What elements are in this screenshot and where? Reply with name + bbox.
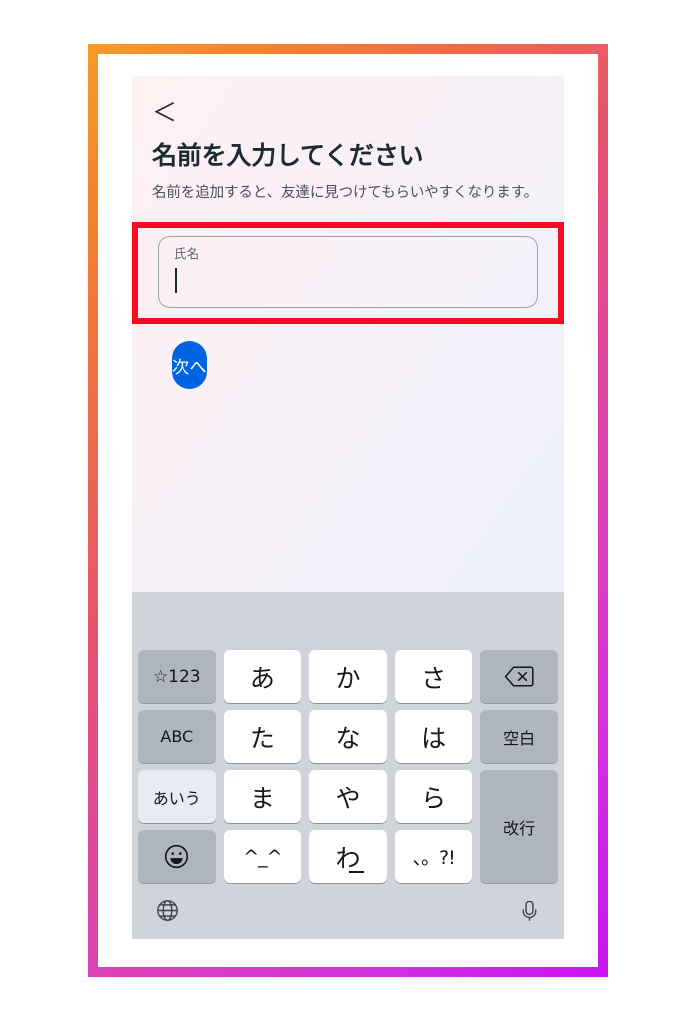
japanese-keyboard: ☆123 あ か さ ABC た な は 空白あいう ま や ら改行 ^_^ わ 、。?! <box>132 592 564 939</box>
key-na[interactable]: な <box>309 710 387 763</box>
key-kaomoji[interactable]: ^_^ <box>223 830 302 883</box>
screen-spacer <box>132 389 564 592</box>
key-ha[interactable]: は <box>394 710 473 763</box>
key-label: 空白 <box>503 728 536 748</box>
key-ma[interactable]: ま <box>223 770 302 823</box>
key-label: わ <box>335 843 361 873</box>
key-sa[interactable]: さ <box>394 650 473 703</box>
app-screen: ＜ 名前を入力してください 名前を追加すると、友達に見つけてもらいやすくなります… <box>132 76 564 939</box>
input-highlight-annotation: 氏名 <box>132 222 564 325</box>
key-label: ^_^ <box>243 845 282 868</box>
page-subtitle: 名前を追加すると、友達に見つけてもらいやすくなります。 <box>152 184 539 201</box>
key-wa[interactable]: わ <box>309 830 387 883</box>
key-return[interactable]: 改行 <box>480 770 558 883</box>
keyboard-bottom-bar <box>132 883 564 937</box>
key-ta[interactable]: た <box>223 710 302 763</box>
key-ra[interactable]: ら <box>394 770 473 823</box>
key-ka[interactable]: か <box>309 650 387 703</box>
key-label: ☆123 <box>152 666 201 687</box>
chevron-left-icon[interactable]: ＜ <box>152 98 183 131</box>
keyboard-key-grid: ☆123 あ か さ ABC た な は 空白あいう ま や ら改行 ^_^ わ 、。?! <box>132 650 564 883</box>
microphone-icon[interactable] <box>516 897 542 923</box>
key-a[interactable]: あ <box>223 650 302 703</box>
key-label: 、。?! <box>412 847 455 869</box>
predictive-text-bar[interactable] <box>132 592 564 650</box>
smiley-face-icon <box>163 843 190 870</box>
key-label: や <box>335 783 361 813</box>
key-backspace[interactable] <box>480 650 558 703</box>
key-label: た <box>249 723 275 753</box>
text-caret <box>175 268 177 294</box>
key-label: か <box>335 663 361 693</box>
name-input-value-row <box>174 265 522 297</box>
key-label: あいう <box>152 788 201 808</box>
key-label: あ <box>249 663 275 693</box>
gradient-annotation-frame: ＜ 名前を入力してください 名前を追加すると、友達に見つけてもらいやすくなります… <box>88 44 608 977</box>
key-label: さ <box>421 663 447 693</box>
key-label: 改行 <box>503 818 536 838</box>
key-label: は <box>421 723 447 753</box>
key-label: ら <box>421 783 447 813</box>
key-label: ABC <box>160 727 194 746</box>
wa-underscore-mark <box>348 871 364 873</box>
key-ya[interactable]: や <box>309 770 387 823</box>
next-button[interactable]: 次へ <box>172 341 207 390</box>
globe-language-icon[interactable] <box>154 897 180 923</box>
delete-backspace-icon <box>504 665 534 688</box>
key-label: ま <box>249 783 275 813</box>
page-title: 名前を入力してください <box>152 142 424 170</box>
key-space[interactable]: 空白 <box>480 710 558 763</box>
name-input-field[interactable]: 氏名 <box>158 236 538 309</box>
key-emoji[interactable] <box>138 830 216 883</box>
key-symbols-numbers[interactable]: ☆123 <box>138 650 216 703</box>
key-label: な <box>335 723 361 753</box>
key-punctuation[interactable]: 、。?! <box>394 830 473 883</box>
key-aiu[interactable]: あいう <box>138 770 216 823</box>
name-input-label: 氏名 <box>174 247 200 262</box>
content-area: ＜ 名前を入力してください 名前を追加すると、友達に見つけてもらいやすくなります… <box>132 76 564 390</box>
key-abc[interactable]: ABC <box>138 710 216 763</box>
phone-frame: ＜ 名前を入力してください 名前を追加すると、友達に見つけてもらいやすくなります… <box>98 54 598 967</box>
